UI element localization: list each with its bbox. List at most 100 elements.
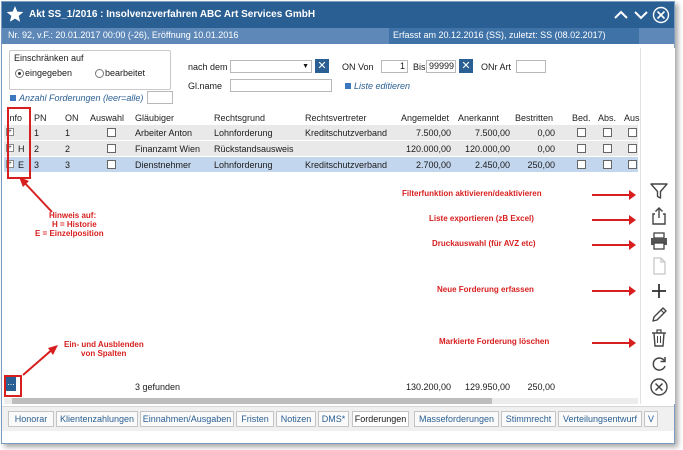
tab-honorar[interactable]: Honorar bbox=[8, 411, 54, 427]
cell-anerkannt: 7.500,00 bbox=[474, 128, 510, 138]
col-auswahl[interactable]: Auswahl bbox=[90, 113, 124, 123]
chevron-up-icon[interactable] bbox=[612, 6, 630, 24]
cell-rechtsgrund: Lohnforderung bbox=[214, 128, 273, 138]
abs-checkbox[interactable] bbox=[603, 160, 612, 169]
table-row-selected[interactable]: + E 3 3 Dienstnehmer Lohnforderung Kredi… bbox=[4, 157, 638, 173]
tab-dms[interactable]: DMS* bbox=[318, 411, 349, 427]
cell-rechtsgrund: Lohnforderung bbox=[214, 160, 273, 170]
tab-overflow[interactable]: V bbox=[644, 411, 658, 427]
tab-masseforderungen[interactable]: Masseforderungen bbox=[414, 411, 499, 427]
application-window: Akt SS_1/2016 : Insolvenzverfahren ABC A… bbox=[1, 1, 675, 444]
aus-checkbox[interactable] bbox=[628, 144, 637, 153]
restrict-label: Einschränken auf bbox=[14, 53, 84, 63]
cell-pn: 2 bbox=[34, 144, 40, 154]
trash-icon[interactable] bbox=[649, 328, 669, 348]
tab-einnahmen-ausgaben[interactable]: Einnahmen/Ausgaben bbox=[140, 411, 234, 427]
plus-icon[interactable] bbox=[649, 281, 669, 301]
auswahl-checkbox[interactable] bbox=[107, 160, 116, 169]
export-arrow bbox=[592, 215, 636, 225]
bis-label: Bis bbox=[413, 62, 426, 72]
cell-angemeldet: 120.000,00 bbox=[405, 144, 451, 154]
col-rechtsgrund[interactable]: Rechtsgrund bbox=[214, 113, 265, 123]
star-icon[interactable] bbox=[6, 5, 24, 23]
close-window-icon[interactable] bbox=[652, 6, 670, 24]
title-bar: Akt SS_1/2016 : Insolvenzverfahren ABC A… bbox=[2, 2, 674, 28]
bis-input[interactable]: 99999 bbox=[426, 60, 456, 73]
bed-checkbox[interactable] bbox=[577, 160, 586, 169]
clear-nach-dem-icon[interactable]: ✕ bbox=[315, 59, 329, 73]
aus-checkbox[interactable] bbox=[628, 128, 637, 137]
cell-glaeubiger: Finanzamt Wien bbox=[135, 144, 201, 154]
abs-checkbox[interactable] bbox=[603, 128, 612, 137]
cell-bestritten: 0,00 bbox=[537, 144, 555, 154]
druck-annotation: Druckauswahl (für AVZ etc) bbox=[432, 239, 536, 248]
col-on[interactable]: ON bbox=[65, 113, 79, 123]
table-row[interactable]: + 1 1 Arbeiter Anton Lohnforderung Kredi… bbox=[4, 125, 638, 141]
cell-glaeubiger: Dienstnehmer bbox=[135, 160, 192, 170]
tab-notizen[interactable]: Notizen bbox=[276, 411, 316, 427]
table-row[interactable]: + H 2 2 Finanzamt Wien Rückstandsausweis… bbox=[4, 141, 638, 157]
tab-klientenzahlungen[interactable]: Klientenzahlungen bbox=[56, 411, 138, 427]
col-glaeubiger[interactable]: Gläubiger bbox=[135, 113, 174, 123]
liste-editieren-link[interactable]: Liste editieren bbox=[354, 81, 410, 91]
close-circle-icon[interactable] bbox=[649, 377, 669, 397]
col-bed[interactable]: Bed. bbox=[572, 113, 591, 123]
filter-arrow bbox=[592, 190, 636, 200]
cell-pn: 3 bbox=[34, 160, 40, 170]
columns-button[interactable]: ... bbox=[6, 377, 16, 391]
glname-label: Gl.name bbox=[188, 81, 223, 91]
auswahl-checkbox[interactable] bbox=[107, 128, 116, 137]
spalten-line2: von Spalten bbox=[81, 349, 127, 358]
cell-anerkannt: 120.000,00 bbox=[464, 144, 510, 154]
clear-on-range-icon[interactable]: ✕ bbox=[459, 59, 473, 73]
document-icon[interactable] bbox=[649, 256, 669, 276]
tab-stimmrecht[interactable]: Stimmrecht bbox=[501, 411, 556, 427]
bed-checkbox[interactable] bbox=[577, 144, 586, 153]
print-icon[interactable] bbox=[649, 231, 669, 251]
col-rechtsvertreter[interactable]: Rechtsvertreter bbox=[305, 113, 367, 123]
neu-arrow bbox=[592, 286, 636, 296]
export-icon[interactable] bbox=[649, 206, 669, 226]
anzahl-label: Anzahl Forderungen (leer=alle) bbox=[19, 93, 144, 103]
horizontal-scrollbar[interactable] bbox=[4, 398, 638, 404]
refresh-icon[interactable] bbox=[649, 354, 669, 374]
col-abs[interactable]: Abs. bbox=[598, 113, 616, 123]
cell-angemeldet: 2.700,00 bbox=[415, 160, 451, 170]
nach-dem-select[interactable]: ▼ bbox=[230, 60, 312, 73]
von-input[interactable]: 1 bbox=[381, 60, 408, 73]
tab-fristen[interactable]: Fristen bbox=[236, 411, 274, 427]
info-column-highlight bbox=[7, 107, 31, 179]
col-anerkannt[interactable]: Anerkannt bbox=[458, 113, 499, 123]
anzahl-marker-icon bbox=[10, 95, 16, 101]
abs-checkbox[interactable] bbox=[603, 144, 612, 153]
aus-checkbox[interactable] bbox=[628, 160, 637, 169]
restrict-filter-group: Einschränken auf eingegeben bearbeitet bbox=[9, 50, 171, 90]
col-bestritten[interactable]: Bestritten bbox=[515, 113, 553, 123]
col-angemeldet[interactable]: Angemeldet bbox=[401, 113, 449, 123]
anzahl-input[interactable] bbox=[147, 91, 173, 104]
bed-checkbox[interactable] bbox=[577, 128, 586, 137]
glname-input[interactable] bbox=[230, 79, 332, 92]
onr-art-input[interactable] bbox=[516, 60, 546, 73]
window-title: Akt SS_1/2016 : Insolvenzverfahren ABC A… bbox=[29, 9, 316, 20]
tab-forderungen[interactable]: Forderungen bbox=[352, 411, 409, 427]
chevron-down-icon[interactable] bbox=[632, 6, 650, 24]
dropdown-arrow-icon: ▼ bbox=[302, 63, 309, 70]
scrollbar-thumb[interactable] bbox=[12, 398, 492, 404]
cell-bestritten: 250,00 bbox=[527, 160, 555, 170]
pencil-icon[interactable] bbox=[649, 305, 669, 325]
radio-eingegeben-label: eingegeben bbox=[25, 68, 73, 78]
tab-verteilungsentwurf[interactable]: Verteilungsentwurf bbox=[558, 411, 642, 427]
hinweis-line2: H = Historie bbox=[52, 220, 97, 229]
spalten-arrow-icon bbox=[22, 345, 58, 376]
cell-glaeubiger: Arbeiter Anton bbox=[135, 128, 193, 138]
filter-icon[interactable] bbox=[649, 181, 669, 201]
record-info-box: Erfasst am 20.12.2016 (SS), zuletzt: SS … bbox=[389, 28, 639, 44]
radio-eingegeben[interactable] bbox=[15, 69, 24, 78]
radio-bearbeitet[interactable] bbox=[95, 69, 104, 78]
auswahl-checkbox[interactable] bbox=[107, 144, 116, 153]
col-pn[interactable]: PN bbox=[34, 113, 47, 123]
found-count: 3 gefunden bbox=[135, 382, 181, 392]
onr-art-label: ONr Art bbox=[481, 62, 512, 72]
liste-editieren-marker-icon bbox=[345, 83, 351, 89]
